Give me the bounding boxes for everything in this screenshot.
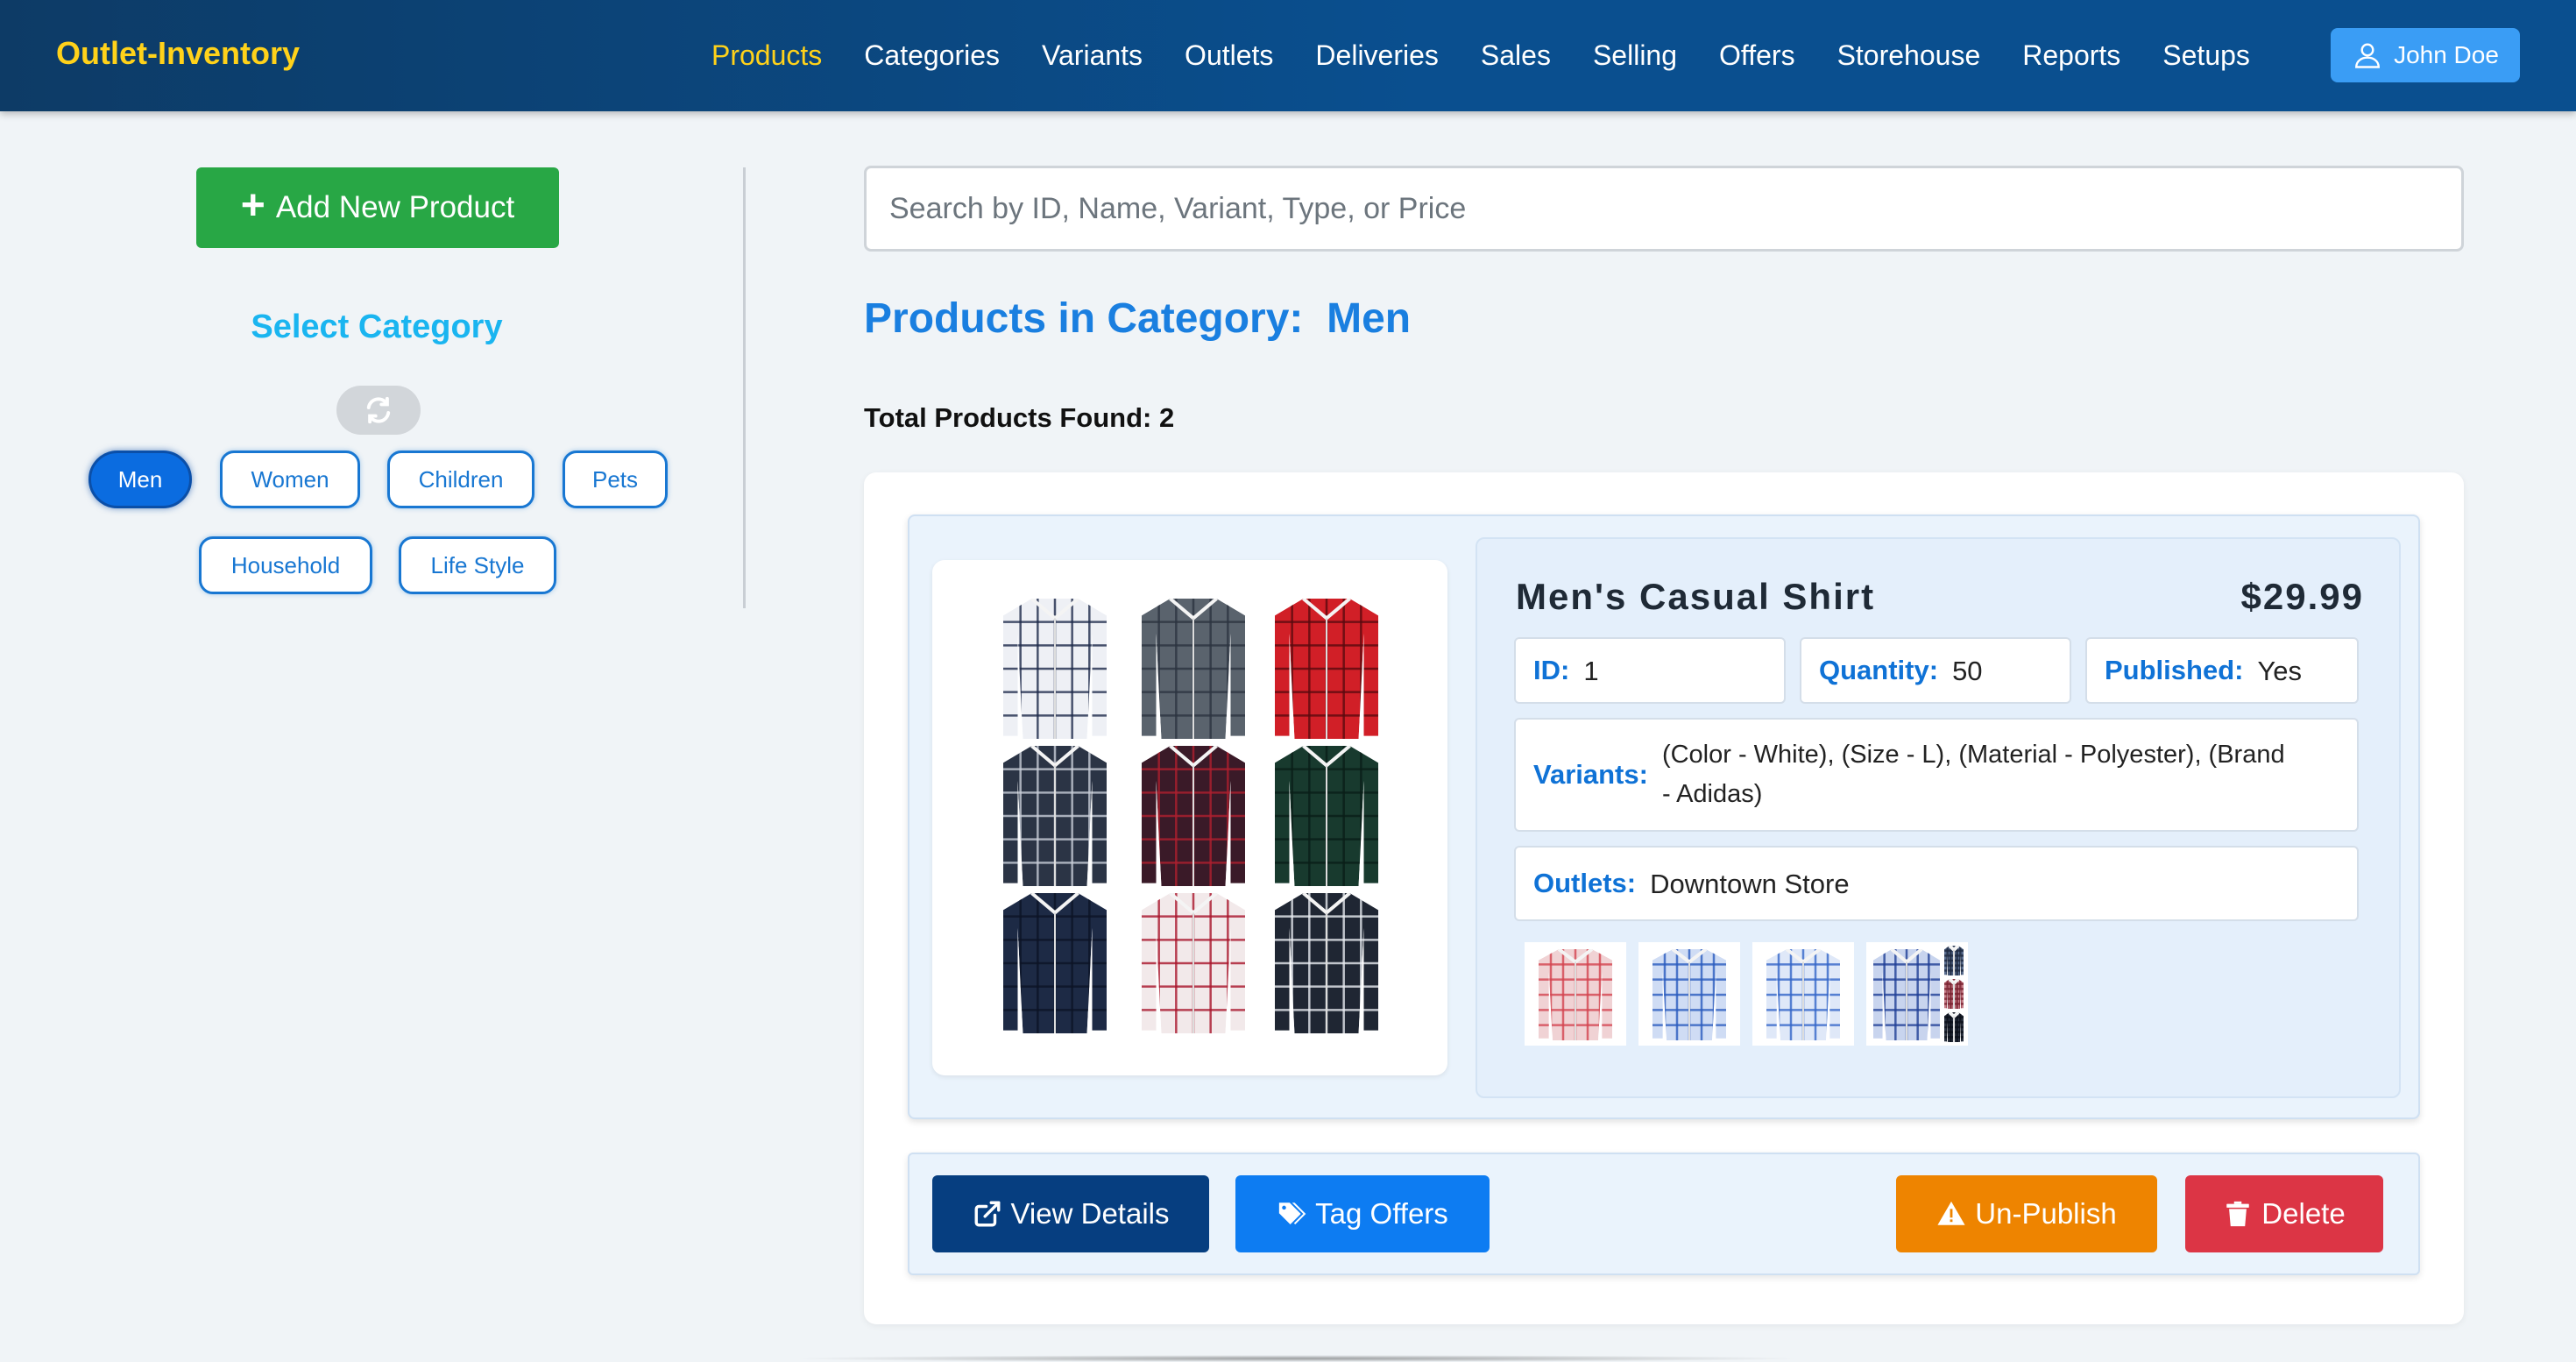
add-new-product-label: Add New Product — [275, 190, 515, 224]
outlets-value: Downtown Store — [1650, 868, 1850, 899]
shirt-illustration — [1003, 893, 1107, 1033]
nav-item-deliveries[interactable]: Deliveries — [1315, 39, 1438, 72]
view-details-button[interactable]: View Details — [932, 1175, 1209, 1252]
product-thumbnail[interactable] — [1638, 942, 1740, 1046]
tag-offers-button[interactable]: Tag Offers — [1235, 1175, 1490, 1252]
plus-icon: + — [240, 182, 265, 229]
id-value: 1 — [1583, 655, 1599, 686]
nav-item-outlets[interactable]: Outlets — [1185, 39, 1273, 72]
product-id-field: ID: 1 — [1514, 637, 1786, 704]
user-name: John Doe — [2394, 41, 2499, 68]
shirt-illustration — [1944, 979, 1964, 1009]
delete-button[interactable]: Delete — [2185, 1175, 2383, 1252]
category-men[interactable]: Men — [88, 450, 192, 508]
product-main-image[interactable] — [932, 560, 1447, 1075]
sidebar-divider — [743, 167, 746, 608]
product-outlets-field: Outlets: Downtown Store — [1514, 846, 2359, 921]
user-menu-button[interactable]: John Doe — [2331, 28, 2520, 82]
shirt-illustration — [1142, 599, 1245, 739]
brand-logo[interactable]: Outlet-Inventory — [56, 35, 300, 72]
nav-item-products[interactable]: Products — [711, 39, 822, 72]
nav-item-offers[interactable]: Offers — [1719, 39, 1795, 72]
nav-item-reports[interactable]: Reports — [2022, 39, 2120, 72]
shirt-illustration — [1142, 893, 1245, 1033]
product-thumbnail[interactable] — [1752, 942, 1854, 1046]
category-pets[interactable]: Pets — [563, 450, 668, 508]
product-thumbnail[interactable] — [1866, 942, 1968, 1046]
category-women[interactable]: Women — [220, 450, 360, 508]
shirt-illustration — [1275, 746, 1378, 886]
product-details: Men's Casual Shirt $29.99 ID: 1 Quantity… — [1476, 537, 2401, 1098]
product-info-panel: Men's Casual Shirt $29.99 ID: 1 Quantity… — [908, 514, 2420, 1119]
category-household[interactable]: Household — [199, 536, 372, 594]
view-details-label: View Details — [1010, 1197, 1170, 1230]
product-price: $29.99 — [2240, 576, 2364, 617]
product-card: Men's Casual Shirt $29.99 ID: 1 Quantity… — [864, 472, 2464, 1324]
tags-icon — [1279, 1202, 1306, 1225]
nav-item-sales[interactable]: Sales — [1481, 39, 1551, 72]
product-name: Men's Casual Shirt — [1516, 576, 1876, 617]
product-actions-bar: View Details Tag Offers Un-Publish Delet… — [908, 1153, 2420, 1275]
id-label: ID: — [1533, 655, 1570, 685]
shirt-illustration — [1275, 893, 1378, 1033]
unpublish-button[interactable]: Un-Publish — [1896, 1175, 2157, 1252]
nav-item-setups[interactable]: Setups — [2162, 39, 2250, 72]
shirt-illustration — [1003, 599, 1107, 739]
shirt-illustration — [1944, 946, 1964, 975]
products-category-heading: Products in Category: Men — [864, 294, 1411, 343]
nav-links: Products Categories Variants Outlets Del… — [711, 0, 2250, 111]
trash-icon — [2226, 1201, 2250, 1227]
warning-icon — [1937, 1201, 1965, 1225]
shirt-illustration — [1766, 949, 1840, 1040]
product-variants-field: Variants: (Color - White), (Size - L), (… — [1514, 718, 2359, 832]
variants-label: Variants: — [1533, 759, 1648, 790]
refresh-categories-button[interactable] — [336, 386, 421, 435]
nav-item-categories[interactable]: Categories — [864, 39, 1000, 72]
add-new-product-button[interactable]: + Add New Product — [196, 167, 559, 248]
total-products-found: Total Products Found: 2 — [864, 402, 1174, 434]
heading-category: Men — [1327, 295, 1412, 342]
shirt-illustration — [1539, 949, 1612, 1040]
nav-item-variants[interactable]: Variants — [1042, 39, 1143, 72]
external-link-icon — [974, 1201, 1000, 1227]
product-quantity-field: Quantity: 50 — [1800, 637, 2071, 704]
unpublish-label: Un-Publish — [1975, 1197, 2117, 1230]
shirt-illustration — [1873, 949, 1940, 1040]
product-thumbnail[interactable] — [1525, 942, 1626, 1046]
quantity-value: 50 — [1952, 655, 1983, 686]
category-life-style[interactable]: Life Style — [399, 536, 556, 594]
refresh-icon — [366, 396, 391, 424]
search-input[interactable] — [864, 166, 2464, 252]
outlets-label: Outlets: — [1533, 868, 1637, 898]
total-count: 2 — [1158, 402, 1175, 433]
heading-prefix: Products in Category: — [864, 295, 1304, 342]
delete-label: Delete — [2261, 1197, 2346, 1230]
category-children[interactable]: Children — [387, 450, 534, 508]
shirt-illustration — [1003, 746, 1107, 886]
variants-value: (Color - White), (Size - L), (Material -… — [1661, 741, 2285, 808]
select-category-title: Select Category — [251, 309, 503, 345]
nav-item-storehouse[interactable]: Storehouse — [1837, 39, 1981, 72]
tag-offers-label: Tag Offers — [1315, 1197, 1448, 1230]
top-navbar: Outlet-Inventory Products Categories Var… — [0, 0, 2576, 111]
shirt-illustration — [1142, 746, 1245, 886]
shirt-illustration — [1275, 599, 1378, 739]
user-icon — [2355, 43, 2381, 68]
shirt-illustration — [1944, 1012, 1964, 1042]
published-label: Published: — [2105, 655, 2244, 685]
nav-item-selling[interactable]: Selling — [1593, 39, 1677, 72]
total-label: Total Products Found: — [864, 402, 1152, 433]
shirt-illustration — [1652, 949, 1726, 1040]
product-published-field: Published: Yes — [2085, 637, 2359, 704]
quantity-label: Quantity: — [1819, 655, 1939, 685]
published-value: Yes — [2257, 655, 2303, 686]
next-card-shadow — [789, 1355, 1805, 1362]
